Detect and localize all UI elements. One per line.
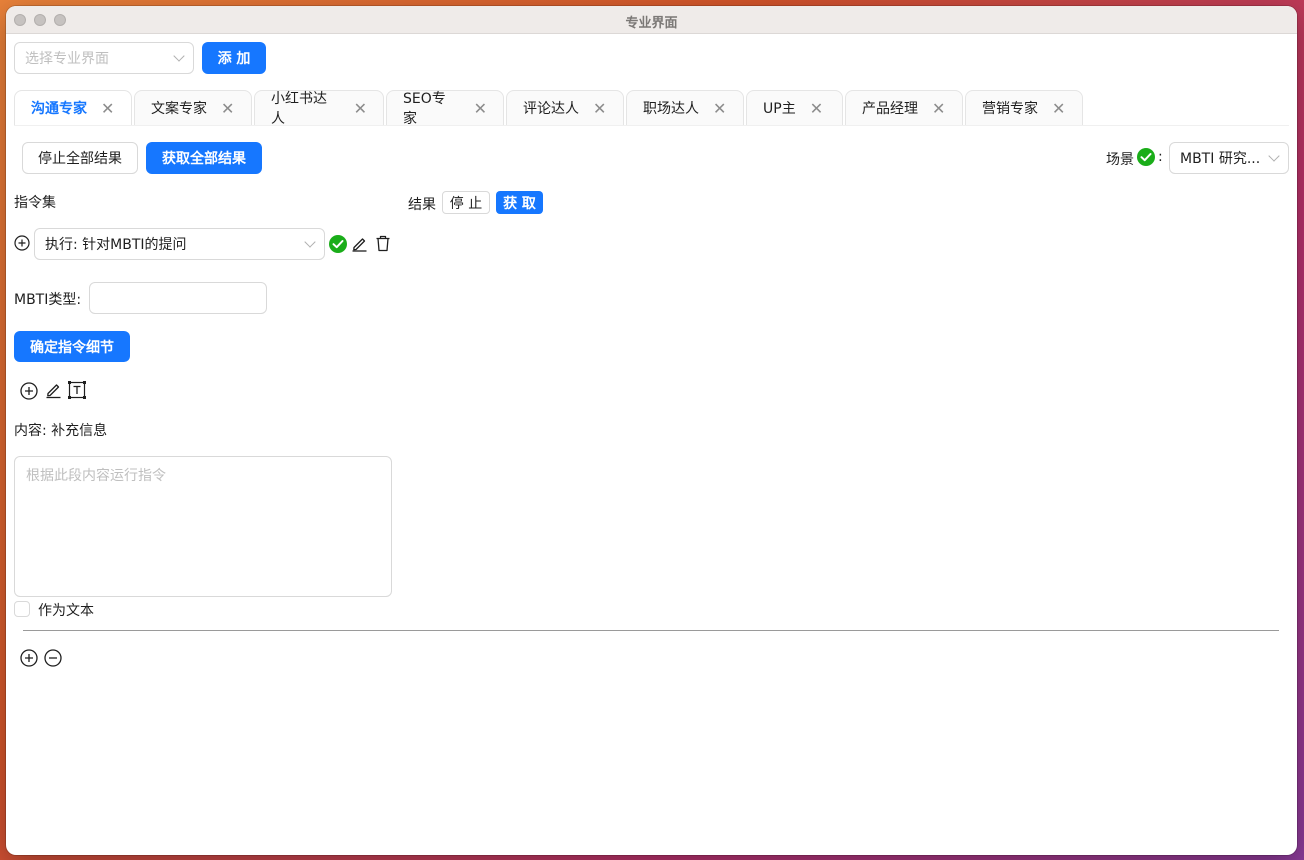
edit-icon[interactable] [351,235,368,252]
tab-copywriting-expert[interactable]: 文案专家 ✕ [134,90,252,126]
tab-label: 沟通专家 [31,101,87,117]
tab-review-expert[interactable]: 评论达人 ✕ [506,90,624,126]
content-textarea[interactable]: 根据此段内容运行指令 [14,456,392,597]
title-bar: 专业界面 [6,6,1297,34]
close-icon[interactable]: ✕ [713,99,726,118]
chevron-down-icon [1268,150,1280,162]
trash-icon[interactable] [375,235,391,252]
mbti-type-label: MBTI类型: [14,292,82,308]
scene-colon: : [1158,149,1163,165]
tab-label: 职场达人 [643,101,699,117]
get-result-button[interactable]: 获 取 [496,191,543,214]
results-header: 结果 [408,197,436,213]
section-divider [23,630,1279,631]
tab-seo-expert[interactable]: SEO专家 ✕ [386,90,504,127]
close-icon[interactable]: ✕ [593,99,606,118]
stop-all-results-button[interactable]: 停止全部结果 [22,142,138,174]
close-icon[interactable]: ✕ [1052,99,1065,118]
tab-label: 产品经理 [862,101,918,117]
tab-label: UP主 [763,101,796,117]
profession-tabs: 沟通专家 ✕ 文案专家 ✕ 小红书达人 ✕ SEO专家 ✕ 评论达人 ✕ 职场达… [14,90,1085,127]
check-circle-icon [1137,148,1155,166]
scene-label: 场景 [1106,152,1134,168]
command-select-value: 执行: 针对MBTI的提问 [45,237,187,253]
tab-marketing-expert[interactable]: 营销专家 ✕ [965,90,1083,126]
tab-product-manager[interactable]: 产品经理 ✕ [845,90,963,126]
as-text-checkbox[interactable] [14,601,30,617]
get-all-results-button[interactable]: 获取全部结果 [146,142,262,174]
profession-select[interactable]: 选择专业界面 [14,42,194,74]
close-icon[interactable]: ✕ [810,99,823,118]
add-circle-icon[interactable] [20,649,38,667]
check-circle-icon [329,235,347,253]
stop-result-button[interactable]: 停 止 [442,191,490,214]
chevron-down-icon [173,50,185,62]
content-textarea-placeholder: 根据此段内容运行指令 [26,468,166,484]
window-title: 专业界面 [625,16,678,31]
add-circle-icon[interactable] [14,235,30,251]
close-icon[interactable]: ✕ [474,99,487,118]
close-icon[interactable]: ✕ [101,99,114,118]
tab-workplace-expert[interactable]: 职场达人 ✕ [626,90,744,126]
add-button[interactable]: 添 加 [202,42,266,74]
app-window: 专业界面 选择专业界面 添 加 沟通专家 ✕ 文案专家 ✕ 小红书达人 ✕ SE… [6,6,1297,855]
tab-communication-expert[interactable]: 沟通专家 ✕ [14,90,132,126]
tab-up-host[interactable]: UP主 ✕ [746,90,843,126]
add-circle-icon[interactable] [20,382,38,400]
close-icon[interactable]: ✕ [221,99,234,118]
tab-label: 小红书达人 [271,91,327,127]
tab-xiaohongshu[interactable]: 小红书达人 ✕ [254,90,384,127]
confirm-command-details-button[interactable]: 确定指令细节 [14,331,130,362]
command-set-header: 指令集 [14,195,56,211]
content-label: 内容: 补充信息 [14,423,108,439]
tab-label: 评论达人 [523,101,579,117]
close-icon[interactable]: ✕ [932,99,945,118]
tab-label: 文案专家 [151,101,207,117]
chevron-down-icon [304,236,316,248]
command-select[interactable]: 执行: 针对MBTI的提问 [34,228,325,260]
as-text-label: 作为文本 [38,603,94,619]
close-icon[interactable]: ✕ [354,99,367,118]
minus-circle-icon[interactable] [44,649,62,667]
tab-label: 营销专家 [982,101,1038,117]
text-box-icon[interactable] [68,381,86,399]
tab-label: SEO专家 [403,91,446,127]
scene-select[interactable]: MBTI 研究... [1169,142,1289,174]
profession-select-placeholder: 选择专业界面 [25,51,109,67]
scene-select-value: MBTI 研究... [1180,151,1261,167]
tabs-divider [14,125,1289,126]
mbti-type-input[interactable] [89,282,267,314]
edit-icon[interactable] [45,381,62,399]
